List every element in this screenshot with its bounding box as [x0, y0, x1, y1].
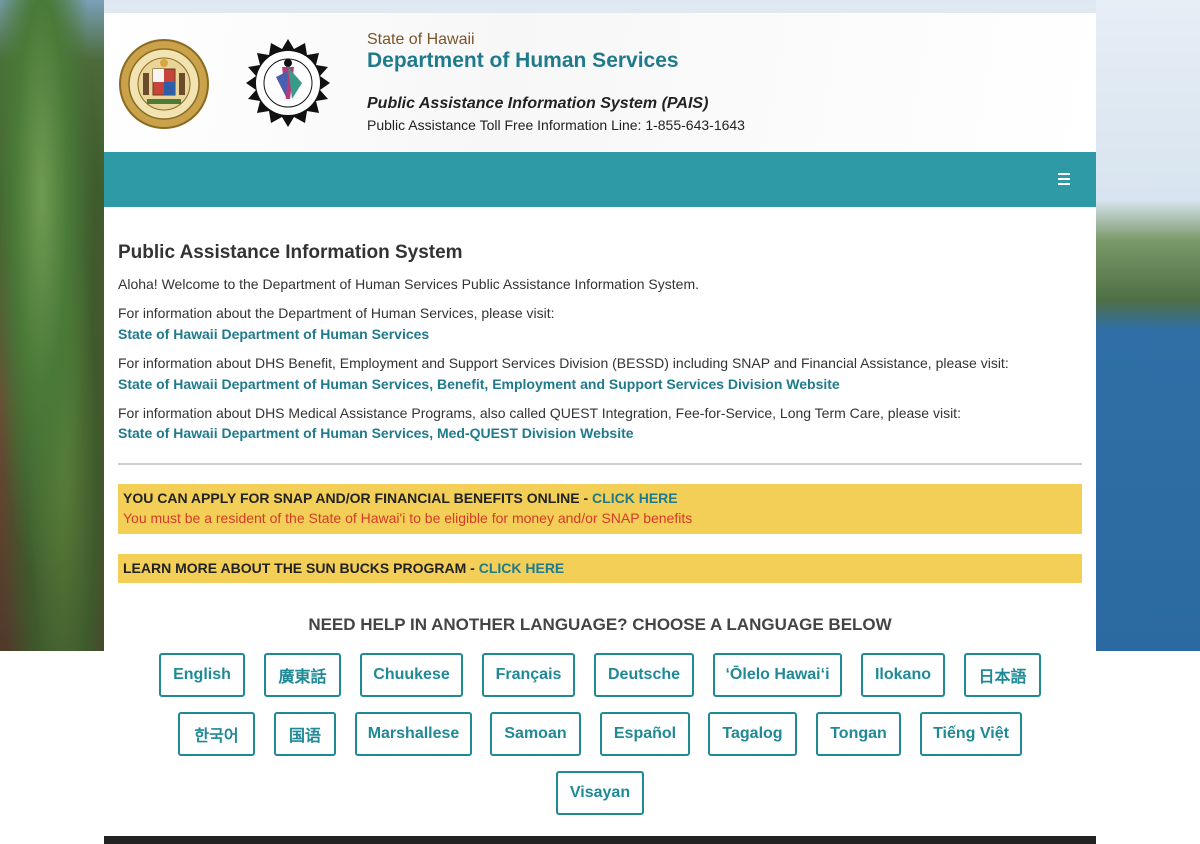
sun-bucks-label: LEARN MORE ABOUT THE SUN BUCKS PROGRAM -	[123, 560, 479, 576]
snap-apply-text: YOU CAN APPLY FOR SNAP AND/OR FINANCIAL …	[123, 490, 678, 506]
language-button-visayan[interactable]: Visayan	[556, 771, 644, 815]
language-button-german[interactable]: Deutsche	[594, 653, 694, 697]
language-button-marshallese[interactable]: Marshallese	[355, 712, 472, 756]
snap-apply-banner: YOU CAN APPLY FOR SNAP AND/OR FINANCIAL …	[118, 484, 1082, 534]
main-navbar	[104, 152, 1096, 207]
sun-bucks-banner: LEARN MORE ABOUT THE SUN BUCKS PROGRAM -…	[118, 554, 1082, 583]
page-container: State of Hawaii Department of Human Serv…	[104, 13, 1096, 844]
dhs-logo-icon	[246, 39, 330, 127]
snap-apply-label: YOU CAN APPLY FOR SNAP AND/OR FINANCIAL …	[123, 490, 593, 506]
language-button-spanish[interactable]: Español	[600, 712, 690, 756]
language-button-vietnamese[interactable]: Tiếng Việt	[920, 712, 1022, 756]
sun-bucks-click-link[interactable]: CLICK HERE	[479, 560, 565, 576]
header-department-name[interactable]: Department of Human Services	[367, 49, 679, 73]
hamburger-icon[interactable]	[1056, 172, 1072, 186]
language-button-tagalog[interactable]: Tagalog	[708, 712, 797, 756]
state-seal-icon	[119, 39, 209, 129]
language-button-tongan[interactable]: Tongan	[816, 712, 901, 756]
footer-bar	[104, 836, 1096, 844]
language-button-hawaiian[interactable]: ʻŌlelo Hawaiʻi	[713, 653, 842, 697]
language-section-title: NEED HELP IN ANOTHER LANGUAGE? CHOOSE A …	[308, 615, 892, 634]
header-system-name: Public Assistance Information System (PA…	[367, 95, 709, 112]
residency-warning: You must be a resident of the State of H…	[123, 510, 693, 526]
snap-apply-click-link[interactable]: CLICK HERE	[592, 490, 678, 506]
background-coast-right	[1096, 0, 1200, 651]
header-toll-free-line: Public Assistance Toll Free Information …	[367, 117, 745, 133]
language-button-korean[interactable]: 한국어	[178, 712, 255, 756]
language-button-japanese[interactable]: 日本語	[964, 653, 1041, 697]
language-button-english[interactable]: English	[159, 653, 245, 697]
language-button-samoan[interactable]: Samoan	[490, 712, 581, 756]
sun-bucks-text: LEARN MORE ABOUT THE SUN BUCKS PROGRAM -…	[123, 560, 564, 576]
page-title: Public Assistance Information System	[118, 242, 463, 263]
header-state-name: State of Hawaii	[367, 31, 475, 48]
bessd-info-text: For information about DHS Benefit, Emplo…	[118, 355, 1009, 371]
language-button-mandarin[interactable]: 国语	[274, 712, 336, 756]
bessd-website-link[interactable]: State of Hawaii Department of Human Serv…	[118, 376, 840, 392]
language-button-chuukese[interactable]: Chuukese	[360, 653, 463, 697]
dhs-info-text: For information about the Department of …	[118, 305, 555, 321]
medquest-website-link[interactable]: State of Hawaii Department of Human Serv…	[118, 425, 634, 441]
language-button-ilokano[interactable]: Ilokano	[861, 653, 945, 697]
site-header: State of Hawaii Department of Human Serv…	[104, 13, 1096, 152]
medquest-info-text: For information about DHS Medical Assist…	[118, 405, 961, 421]
welcome-text: Aloha! Welcome to the Department of Huma…	[118, 276, 699, 292]
language-button-cantonese[interactable]: 廣東話	[264, 653, 341, 697]
divider	[118, 463, 1082, 465]
dhs-website-link[interactable]: State of Hawaii Department of Human Serv…	[118, 326, 429, 342]
language-button-french[interactable]: Français	[482, 653, 575, 697]
background-cliffs-left	[0, 0, 104, 651]
